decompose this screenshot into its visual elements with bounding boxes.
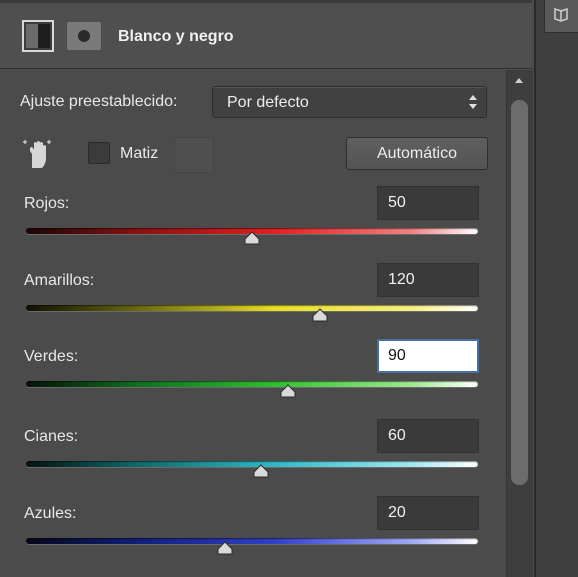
blues-label: Azules: <box>24 505 77 522</box>
tint-checkbox[interactable] <box>88 142 110 164</box>
side-dock <box>534 0 578 577</box>
cyans-label: Cianes: <box>24 428 79 445</box>
yellows-label: Amarillos: <box>24 272 95 289</box>
auto-button[interactable]: Automático <box>346 137 488 170</box>
preset-value: Por defecto <box>227 94 309 111</box>
black-white-adjustment-icon[interactable] <box>22 20 54 52</box>
yellows-value-field[interactable]: 120 <box>377 263 479 297</box>
greens-slider-track[interactable] <box>26 381 478 387</box>
preset-select[interactable]: Por defecto <box>212 86 487 118</box>
scroll-up-arrow-icon[interactable] <box>515 78 523 83</box>
tint-label: Matiz <box>120 145 159 162</box>
properties-panel: Blanco y negro Ajuste preestablecido: Po… <box>0 0 578 577</box>
preset-label: Ajuste preestablecido: <box>20 93 178 110</box>
select-arrows-icon <box>469 95 477 109</box>
greens-value-field[interactable]: 90 <box>377 339 479 373</box>
tint-color-swatch[interactable] <box>174 137 214 173</box>
yellows-slider-thumb[interactable] <box>311 308 329 322</box>
cyans-slider-thumb[interactable] <box>252 464 270 478</box>
vertical-scrollbar[interactable] <box>506 70 533 577</box>
library-button[interactable] <box>544 0 578 33</box>
greens-label: Verdes: <box>24 348 79 365</box>
targeted-adjustment-hand-icon[interactable] <box>22 138 54 170</box>
reds-slider-thumb[interactable] <box>243 231 261 245</box>
cyans-value-field[interactable]: 60 <box>377 419 479 453</box>
blues-value-field[interactable]: 20 <box>377 496 479 530</box>
yellows-slider-track[interactable] <box>26 305 478 311</box>
blues-slider-track[interactable] <box>26 538 478 544</box>
scrollbar-thumb[interactable] <box>511 100 528 485</box>
reds-label: Rojos: <box>24 195 70 212</box>
library-icon <box>554 7 568 22</box>
panel-header: Blanco y negro <box>0 0 532 69</box>
layer-mask-icon[interactable] <box>67 22 101 50</box>
reds-value-field[interactable]: 50 <box>377 186 479 220</box>
blues-slider-thumb[interactable] <box>216 541 234 555</box>
header-divider <box>0 0 532 3</box>
greens-slider-thumb[interactable] <box>279 384 297 398</box>
panel-title: Blanco y negro <box>118 28 234 45</box>
